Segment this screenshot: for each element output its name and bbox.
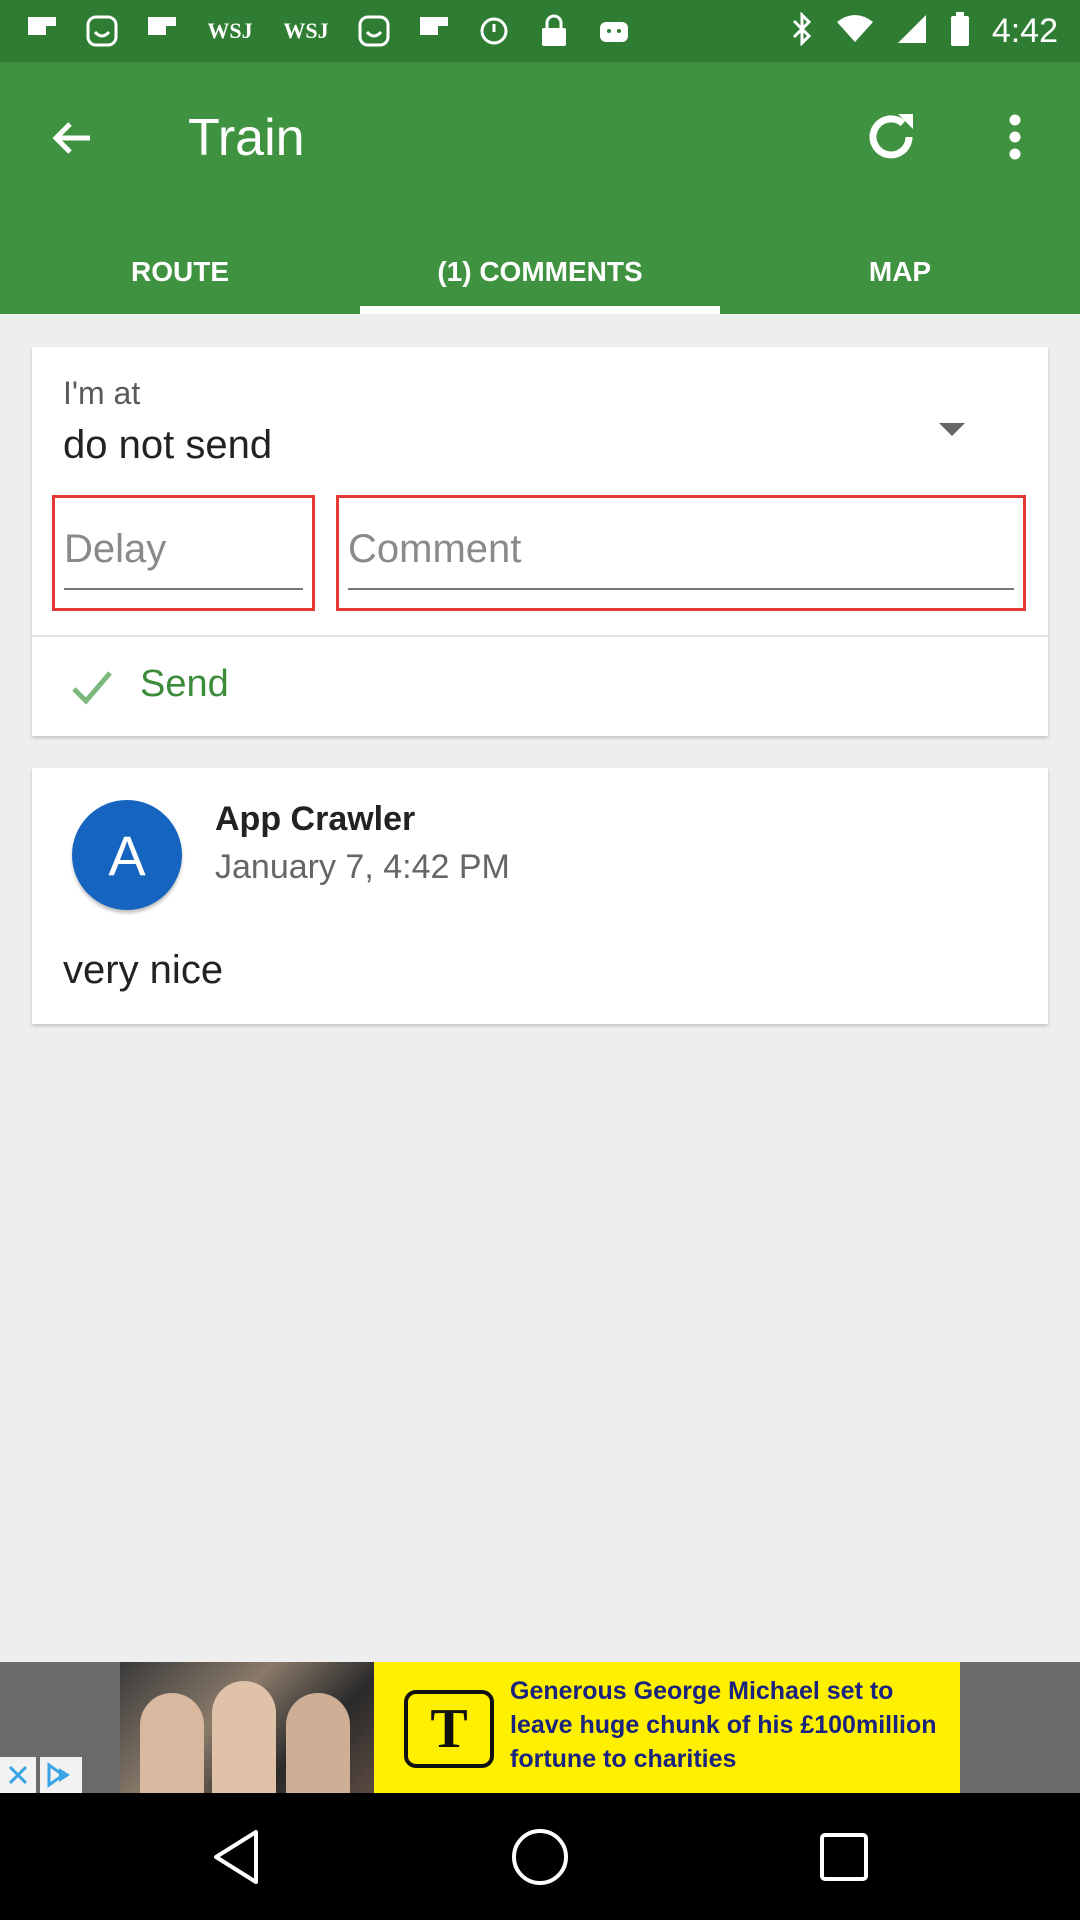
comment-card: A App Crawler January 7, 4:42 PM very ni…	[32, 768, 1048, 1024]
recents-square-icon[interactable]	[804, 1817, 884, 1897]
ad-logo: T	[404, 1690, 494, 1768]
status-bar: WSJ WSJ 4:42	[0, 0, 1080, 62]
flipboard-icon	[414, 11, 454, 51]
smiley-icon	[82, 11, 122, 51]
tab-route[interactable]: ROUTE	[0, 230, 360, 314]
ad-choices-icon[interactable]	[40, 1757, 82, 1793]
bluetooth-icon	[790, 10, 814, 51]
comment-timestamp: January 7, 4:42 PM	[215, 848, 510, 886]
page-title: Train	[188, 109, 305, 167]
ad-headline: Generous George Michael set to leave hug…	[510, 1677, 937, 1773]
comment-field-highlight: Comment	[336, 495, 1026, 611]
tab-comments[interactable]: (1) COMMENTS	[360, 230, 720, 314]
wifi-icon	[836, 14, 874, 49]
avatar: A	[72, 800, 182, 910]
alarm-icon	[474, 11, 514, 51]
notification-icons: WSJ WSJ	[22, 10, 634, 52]
android-icon	[594, 11, 634, 51]
signal-icon	[896, 13, 928, 50]
flipboard-icon	[22, 11, 62, 51]
lock-icon	[534, 11, 574, 51]
tab-bar: ROUTE (1) COMMENTS MAP	[0, 230, 1080, 314]
send-label: Send	[140, 663, 229, 705]
wsj-icon: WSJ	[283, 18, 329, 43]
delay-field-highlight: Delay	[52, 495, 315, 611]
system-status: 4:42	[790, 10, 1058, 52]
location-spinner[interactable]: do not send	[63, 423, 272, 468]
back-arrow-icon[interactable]	[40, 106, 104, 170]
battery-icon	[950, 11, 970, 51]
ad-banner[interactable]: T Generous George Michael set to leave h…	[0, 1662, 1080, 1793]
dropdown-arrow-icon[interactable]	[937, 415, 967, 445]
app-bar: Train ROUTE (1) COMMENTS MAP	[0, 62, 1080, 314]
comment-text: very nice	[63, 948, 224, 992]
navigation-bar	[0, 1793, 1080, 1920]
comment-input[interactable]: Comment	[348, 510, 1014, 590]
comment-form-card: I'm at do not send Delay Comment Send	[32, 347, 1048, 736]
home-circle-icon[interactable]	[500, 1817, 580, 1897]
tab-map[interactable]: MAP	[720, 230, 1080, 314]
comment-author: App Crawler	[215, 800, 416, 838]
check-icon	[72, 671, 112, 705]
ad-close-icon[interactable]	[0, 1757, 36, 1793]
refresh-icon[interactable]	[856, 102, 926, 172]
smiley-icon	[354, 11, 394, 51]
back-triangle-icon[interactable]	[196, 1817, 276, 1897]
status-time: 4:42	[991, 11, 1058, 50]
wsj-icon: WSJ	[207, 18, 253, 43]
delay-input[interactable]: Delay	[64, 510, 303, 590]
send-button[interactable]: Send	[32, 637, 1048, 736]
location-spinner-label: I'm at	[63, 375, 141, 411]
flipboard-icon	[142, 11, 182, 51]
ad-content: T Generous George Michael set to leave h…	[374, 1662, 960, 1793]
more-vert-icon[interactable]	[990, 102, 1040, 172]
ad-photo	[120, 1662, 374, 1793]
